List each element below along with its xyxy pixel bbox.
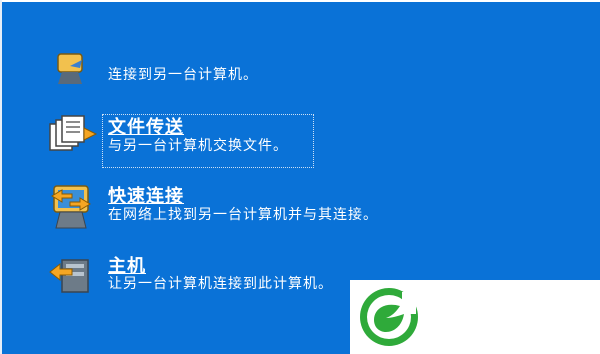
menu-item-description: 让另一台计算机连接到此计算机。 [108,276,333,292]
quick-connect-icon [51,185,91,229]
menu-item-remote-connect[interactable]: 连接到另一台计算机。 [46,48,376,90]
menu-item-quick-connect[interactable]: 快速连接 在网络上找到另一台计算机并与其连接。 [46,180,378,236]
menu-item-description: 与另一台计算机交换文件。 [108,138,288,154]
menu-item-file-transfer[interactable]: 文件传送 与另一台计算机交换文件。 [46,110,376,166]
leaf-logo-icon [360,288,418,346]
menu-item-description: 连接到另一台计算机。 [108,67,258,83]
window-left-border [0,0,2,354]
menu-item-description: 在网络上找到另一台计算机并与其连接。 [108,207,378,223]
file-transfer-icon [49,115,98,151]
connect-icon [57,53,83,84]
menu-item-host[interactable]: 主机 让另一台计算机连接到此计算机。 [46,248,376,304]
host-icon [49,259,89,293]
window-top-border [0,0,600,2]
